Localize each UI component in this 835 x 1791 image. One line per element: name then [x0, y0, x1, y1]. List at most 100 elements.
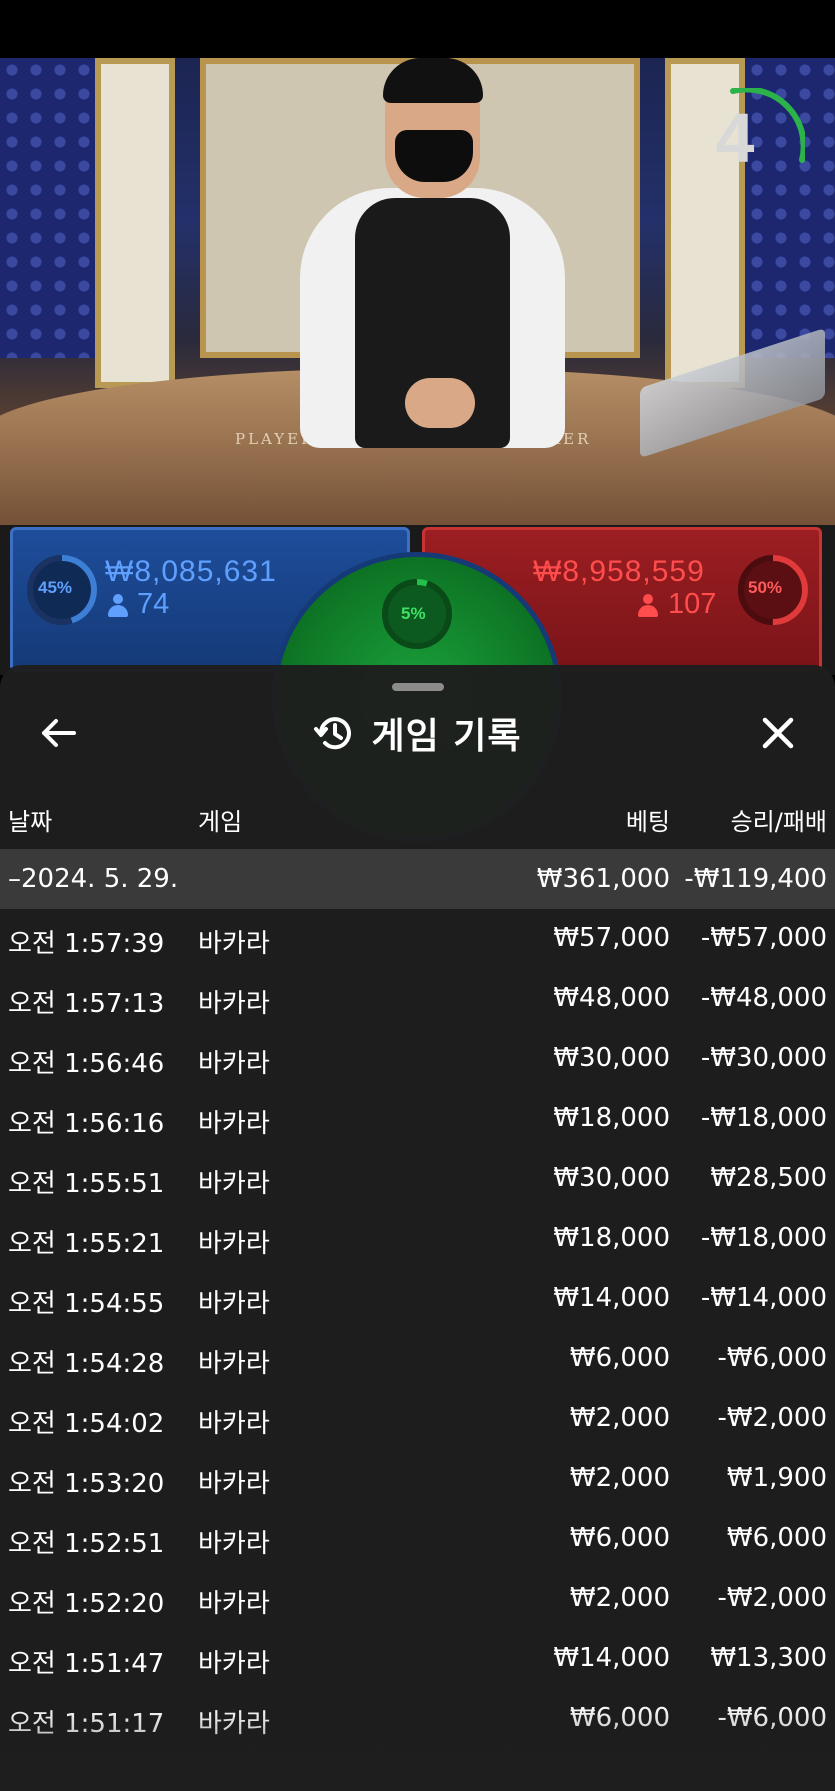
row-result: -₩57,000	[700, 923, 827, 953]
row-result: -₩2,000	[717, 1583, 827, 1613]
player-bet-count: 74	[137, 588, 170, 620]
history-row[interactable]: 오전 1:56:16 바카라 ₩18,000 -₩18,000	[0, 1089, 835, 1149]
countdown-number: 4	[715, 99, 755, 177]
history-row[interactable]: 오전 1:54:55 바카라 ₩14,000 -₩14,000	[0, 1269, 835, 1329]
sheet-title: 게임 기록	[371, 716, 522, 757]
row-game: 바카라	[198, 929, 270, 959]
row-game: 바카라	[198, 1709, 270, 1739]
countdown-timer: 4	[685, 86, 807, 208]
history-row[interactable]: 오전 1:52:20 바카라 ₩2,000 -₩2,000	[0, 1569, 835, 1629]
row-result: ₩28,500	[710, 1163, 827, 1193]
row-result: ₩1,900	[726, 1463, 827, 1493]
tie-percent: 5%	[401, 604, 426, 623]
row-game: 바카라	[198, 1289, 270, 1319]
column-header-bet: 베팅	[625, 808, 670, 836]
wall-quilt-left	[0, 58, 95, 358]
row-result: ₩6,000	[726, 1523, 827, 1553]
row-time: 오전 1:55:21	[8, 1229, 165, 1259]
history-row[interactable]: 오전 1:51:47 바카라 ₩14,000 ₩13,300	[0, 1629, 835, 1689]
row-time: 오전 1:56:16	[8, 1109, 165, 1139]
row-game: 바카라	[198, 1409, 270, 1439]
column-header-result: 승리/패배	[730, 808, 827, 836]
row-bet: ₩30,000	[553, 1163, 670, 1193]
row-bet: ₩6,000	[569, 1523, 670, 1553]
row-game: 바카라	[198, 1169, 270, 1199]
history-row[interactable]: 오전 1:56:46 바카라 ₩30,000 -₩30,000	[0, 1029, 835, 1089]
sheet-header: 게임 기록	[0, 707, 835, 759]
row-bet: ₩2,000	[569, 1463, 670, 1493]
row-bet: ₩6,000	[569, 1343, 670, 1373]
history-row[interactable]: 오전 1:54:02 바카라 ₩2,000 -₩2,000	[0, 1389, 835, 1449]
row-time: 오전 1:56:46	[8, 1049, 165, 1079]
history-row[interactable]: 오전 1:51:17 바카라 ₩6,000 -₩6,000	[0, 1689, 835, 1749]
row-result: -₩18,000	[700, 1223, 827, 1253]
sheet-grabber[interactable]	[392, 683, 444, 691]
banker-bet-count: 107	[668, 588, 717, 620]
history-row[interactable]: 오전 1:57:13 바카라 ₩48,000 -₩48,000	[0, 969, 835, 1029]
history-row[interactable]: 오전 1:55:51 바카라 ₩30,000 ₩28,500	[0, 1149, 835, 1209]
banker-person-icon	[638, 594, 658, 618]
history-row[interactable]: 오전 1:53:20 바카라 ₩2,000 ₩1,900	[0, 1449, 835, 1509]
player-bet-amount: ₩8,085,631	[105, 555, 277, 588]
row-time: 오전 1:54:55	[8, 1289, 165, 1319]
day-summary-row[interactable]: –2024. 5. 29. ₩361,000 -₩119,400	[0, 849, 835, 909]
row-time: 오전 1:53:20	[8, 1469, 165, 1499]
row-result: -₩18,000	[700, 1103, 827, 1133]
row-time: 오전 1:52:20	[8, 1589, 165, 1619]
row-bet: ₩14,000	[553, 1643, 670, 1673]
history-row[interactable]: 오전 1:54:28 바카라 ₩6,000 -₩6,000	[0, 1329, 835, 1389]
column-header-date: 날짜	[8, 808, 53, 836]
close-icon	[762, 717, 794, 749]
day-result-total: -₩119,400	[684, 864, 827, 894]
status-bar	[0, 0, 835, 58]
row-bet: ₩6,000	[569, 1703, 670, 1733]
row-bet: ₩48,000	[553, 983, 670, 1013]
row-time: 오전 1:57:13	[8, 989, 165, 1019]
row-time: 오전 1:54:02	[8, 1409, 165, 1439]
row-game: 바카라	[198, 1349, 270, 1379]
row-bet: ₩30,000	[553, 1043, 670, 1073]
history-icon	[314, 717, 352, 750]
dealer-hair	[383, 58, 483, 103]
row-time: 오전 1:51:47	[8, 1649, 165, 1679]
row-result: -₩2,000	[717, 1403, 827, 1433]
row-time: 오전 1:54:28	[8, 1349, 165, 1379]
column-header-game: 게임	[198, 808, 243, 836]
history-row[interactable]: 오전 1:57:39 바카라 ₩57,000 -₩57,000	[0, 909, 835, 969]
history-row[interactable]: 오전 1:55:21 바카라 ₩18,000 -₩18,000	[0, 1209, 835, 1269]
player-person-icon	[108, 594, 128, 618]
row-time: 오전 1:55:51	[8, 1169, 165, 1199]
row-game: 바카라	[198, 1649, 270, 1679]
row-game: 바카라	[198, 1049, 270, 1079]
row-game: 바카라	[198, 1469, 270, 1499]
banker-bet-amount: ₩8,958,559	[533, 555, 705, 588]
close-button[interactable]	[750, 705, 806, 761]
wall-panel-left	[95, 58, 175, 388]
row-bet: ₩57,000	[553, 923, 670, 953]
row-time: 오전 1:57:39	[8, 929, 165, 959]
day-bet-total: ₩361,000	[536, 864, 670, 894]
row-result: -₩48,000	[700, 983, 827, 1013]
dealer-hands	[405, 378, 475, 428]
row-game: 바카라	[198, 1589, 270, 1619]
row-bet: ₩18,000	[553, 1223, 670, 1253]
history-row[interactable]: 오전 1:52:51 바카라 ₩6,000 ₩6,000	[0, 1509, 835, 1569]
dealer-mask	[395, 130, 473, 182]
player-percent: 45%	[38, 578, 73, 597]
row-result: -₩30,000	[700, 1043, 827, 1073]
day-date: –2024. 5. 29.	[8, 864, 179, 894]
row-bet: ₩18,000	[553, 1103, 670, 1133]
row-time: 오전 1:51:17	[8, 1709, 165, 1739]
row-game: 바카라	[198, 1529, 270, 1559]
row-result: ₩13,300	[710, 1643, 827, 1673]
game-history-sheet: 게임 기록 날짜 게임 베팅 승리/패배 –2024. 5. 29. ₩361,…	[0, 665, 835, 1791]
row-time: 오전 1:52:51	[8, 1529, 165, 1559]
row-game: 바카라	[198, 1229, 270, 1259]
row-bet: ₩2,000	[569, 1403, 670, 1433]
banker-percent: 50%	[748, 578, 783, 597]
row-game: 바카라	[198, 1109, 270, 1139]
row-result: -₩6,000	[717, 1703, 827, 1733]
row-result: -₩14,000	[700, 1283, 827, 1313]
row-bet: ₩2,000	[569, 1583, 670, 1613]
row-result: -₩6,000	[717, 1343, 827, 1373]
